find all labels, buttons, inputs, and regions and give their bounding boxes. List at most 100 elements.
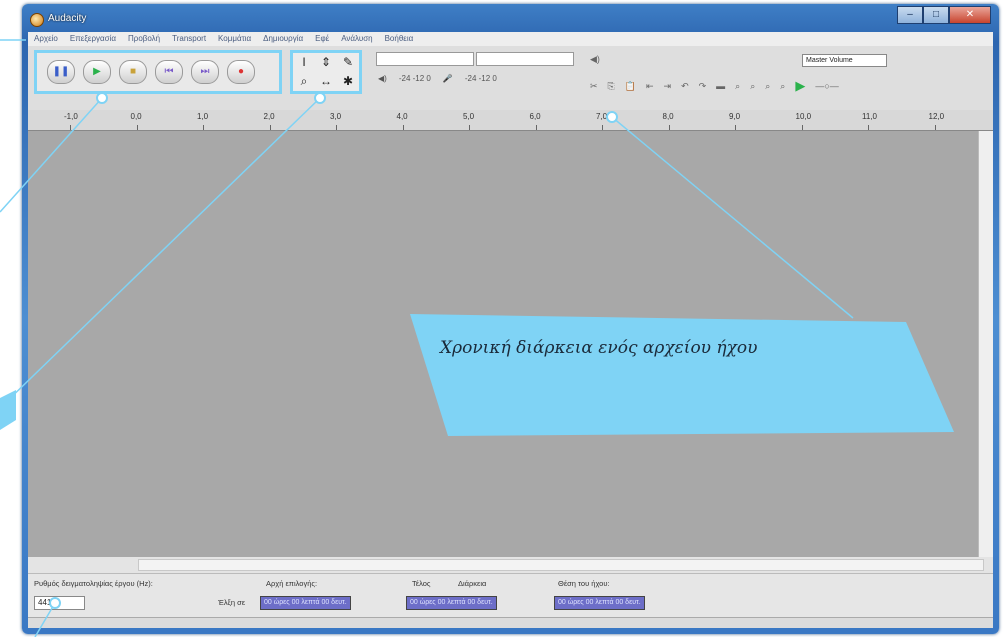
- timeline-ruler[interactable]: -1,0 0,0 1,0 2,0 3,0 4,0 5,0 6,0 7,0 8,0 9,0 10,0 11…: [28, 110, 993, 131]
- zoom-tool-icon[interactable]: ⌕: [301, 74, 308, 89]
- audio-position-label: Θέση του ήχου:: [558, 579, 610, 588]
- audio-position-field[interactable]: 00 ώρες 00 λεπτά 00 δευτ.: [554, 596, 645, 610]
- menu-effect[interactable]: Εφέ: [315, 32, 329, 46]
- ruler-tick-label: 10,0: [795, 112, 812, 121]
- play-at-speed-icon[interactable]: ▶: [795, 78, 805, 94]
- cut-icon[interactable]: ✂: [590, 81, 598, 92]
- project-rate-label: Ρυθμός δειγματοληψίας έργου (Hz):: [34, 579, 153, 588]
- ruler-tick-label: 12,0: [928, 112, 945, 121]
- ruler-tick: [70, 125, 71, 130]
- meter-toolbar: ◀) -24 -12 0 🎤 -24 -12 0: [372, 50, 584, 94]
- menu-file[interactable]: Αρχείο: [34, 32, 58, 46]
- fit-project-icon[interactable]: ⌕: [780, 81, 785, 92]
- maximize-button[interactable]: □: [923, 6, 949, 24]
- speed-slider[interactable]: —○—: [815, 81, 838, 91]
- audacity-window: Audacity – □ ✕ Αρχείο Επεξεργασία Προβολ…: [22, 4, 999, 634]
- paste-icon[interactable]: 📋: [625, 81, 636, 92]
- ruler-tick-label: 2,0: [263, 112, 275, 121]
- audacity-app-icon: [30, 13, 44, 27]
- project-rate-select[interactable]: 44100: [34, 596, 85, 610]
- menu-tracks[interactable]: Κομμάτια: [218, 32, 251, 46]
- redo-icon[interactable]: ↷: [699, 81, 707, 92]
- ruler-tick-label: 8,0: [662, 112, 674, 121]
- ruler-tick-label: 11,0: [862, 112, 877, 121]
- ruler-tick-label: 9,0: [729, 112, 741, 121]
- snap-to-label: Έλξη σε: [218, 598, 246, 607]
- zoom-out-icon[interactable]: ⌕: [750, 81, 755, 92]
- menu-help[interactable]: Βοήθεια: [385, 32, 414, 46]
- ruler-tick-label: 1,0: [197, 112, 209, 121]
- ruler-tick: [535, 125, 537, 130]
- ruler-tick: [402, 125, 404, 130]
- envelope-tool-icon[interactable]: ⇕: [321, 55, 331, 69]
- record-meter-scale: -24 -12 0: [464, 74, 497, 83]
- timeshift-tool-icon[interactable]: ↔: [320, 74, 332, 88]
- ruler-tick: [934, 125, 936, 130]
- client-area: Αρχείο Επεξεργασία Προβολή Transport Κομ…: [28, 32, 993, 628]
- master-volume-select[interactable]: Master Volume: [802, 54, 887, 67]
- ruler-tick: [668, 125, 670, 130]
- silence-icon[interactable]: ⇥: [664, 81, 672, 92]
- ruler-tick: [602, 125, 603, 130]
- microphone-icon[interactable]: 🎤: [443, 74, 453, 83]
- duration-callout-text: Χρονική διάρκεια ενός αρχείου ήχου: [440, 338, 758, 358]
- tools-toolbar: I ⇕ ✎ ⌕ ↔ ✱: [290, 50, 362, 94]
- menu-edit[interactable]: Επεξεργασία: [70, 32, 116, 46]
- zoom-in-icon[interactable]: ⌕: [735, 81, 740, 92]
- ruler-tick: [336, 125, 337, 130]
- selection-end-field[interactable]: 00 ώρες 00 λεπτά 00 δευτ.: [406, 596, 497, 610]
- menu-bar: Αρχείο Επεξεργασία Προβολή Transport Κομ…: [28, 32, 993, 46]
- ruler-tick-label: 7,0: [596, 112, 608, 121]
- ruler-tick: [136, 125, 138, 130]
- menu-transport[interactable]: Transport: [172, 32, 206, 46]
- selection-start-label: Αρχή επιλογής:: [266, 579, 318, 588]
- undo-icon[interactable]: ↶: [681, 81, 689, 92]
- stop-button[interactable]: ■: [119, 60, 147, 84]
- menu-analyze[interactable]: Ανάλυση: [341, 32, 372, 46]
- ruler-tick: [269, 125, 271, 130]
- end-radio-label[interactable]: Τέλος: [412, 579, 431, 588]
- volume-icon: ◀): [590, 54, 600, 64]
- skip-to-end-button[interactable]: ⏭: [191, 60, 219, 84]
- play-button[interactable]: ▶: [83, 60, 111, 84]
- playback-meter-scale: -24 -12 0: [398, 74, 431, 83]
- vertical-scrollbar[interactable]: [978, 131, 993, 557]
- horizontal-scrollbar[interactable]: [138, 559, 984, 571]
- speaker-icon[interactable]: ◀): [378, 74, 387, 83]
- toolbar-area: ❚❚ ▶ ■ ⏮ ⏭ ● I ⇕ ✎ ⌕ ↔ ✱ ◀) -24 -12 0 🎤 …: [28, 46, 993, 110]
- record-meter[interactable]: [476, 52, 574, 66]
- title-bar[interactable]: Audacity – □ ✕: [22, 4, 999, 30]
- ruler-tick: [203, 125, 204, 130]
- ruler-tick-label: -1,0: [64, 112, 78, 121]
- selection-tool-icon[interactable]: I: [302, 55, 305, 69]
- playback-meter[interactable]: [376, 52, 474, 66]
- menu-view[interactable]: Προβολή: [128, 32, 160, 46]
- ruler-tick: [868, 125, 869, 130]
- ruler-tick-label: 0,0: [130, 112, 142, 121]
- ruler-tick-label: 3,0: [330, 112, 342, 121]
- transport-toolbar: ❚❚ ▶ ■ ⏮ ⏭ ●: [34, 50, 282, 94]
- ruler-tick-label: 5,0: [463, 112, 475, 121]
- sync-lock-icon[interactable]: ▬: [716, 81, 725, 91]
- multi-tool-icon[interactable]: ✱: [343, 74, 353, 88]
- ruler-tick-label: 6,0: [529, 112, 541, 121]
- status-bar: [28, 617, 993, 628]
- ruler-tick: [469, 125, 470, 130]
- pause-button[interactable]: ❚❚: [47, 60, 75, 84]
- ruler-tick: [801, 125, 803, 130]
- ruler-tick-label: 4,0: [396, 112, 408, 121]
- minimize-button[interactable]: –: [897, 6, 923, 24]
- skip-to-start-button[interactable]: ⏮: [155, 60, 183, 84]
- selection-start-field[interactable]: 00 ώρες 00 λεπτά 00 δευτ.: [260, 596, 351, 610]
- fit-selection-icon[interactable]: ⌕: [765, 81, 770, 92]
- record-button[interactable]: ●: [227, 60, 255, 84]
- draw-tool-icon[interactable]: ✎: [343, 55, 353, 69]
- length-radio-label[interactable]: Διάρκεια: [458, 579, 486, 588]
- edit-toolbar: ◀) Master Volume ✂ ⎘ 📋 ⇤ ⇥ ↶ ↷ ▬ ⌕ ⌕ ⌕ ⌕…: [590, 50, 980, 96]
- ruler-tick: [735, 125, 736, 130]
- close-button[interactable]: ✕: [949, 6, 991, 24]
- window-title: Audacity: [48, 13, 87, 24]
- menu-generate[interactable]: Δημιουργία: [263, 32, 303, 46]
- trim-icon[interactable]: ⇤: [646, 81, 654, 92]
- copy-icon[interactable]: ⎘: [608, 81, 615, 92]
